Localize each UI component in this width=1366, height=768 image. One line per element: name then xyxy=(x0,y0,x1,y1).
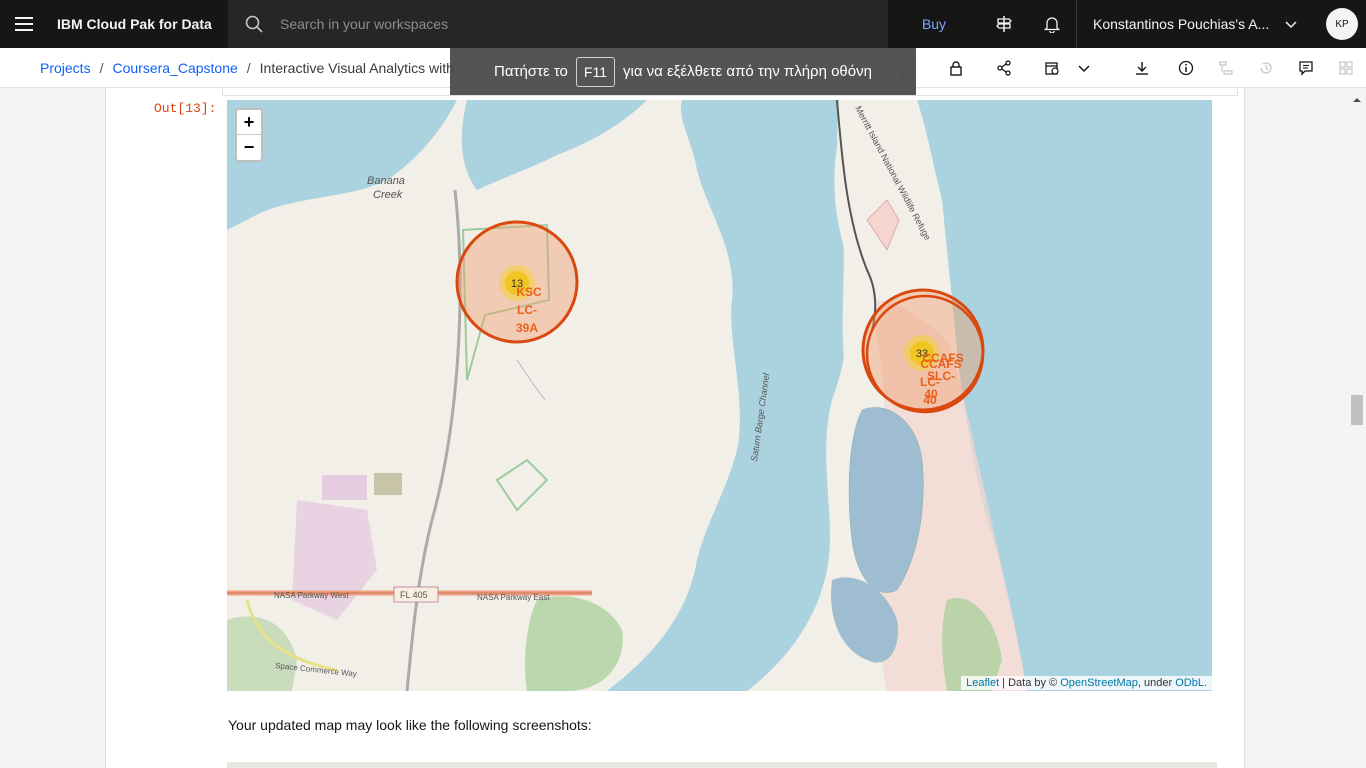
f11-key: F11 xyxy=(575,56,615,87)
attribution-text: | Data by © xyxy=(999,677,1061,689)
site-label: 40 xyxy=(923,393,937,407)
history-icon[interactable] xyxy=(1250,48,1282,88)
info-icon[interactable] xyxy=(1170,48,1202,88)
marker-clusters: 13 KSC LC- 39A 33 CCAFS SLC- 40 CCAFS LC… xyxy=(455,220,985,414)
download-icon[interactable] xyxy=(1126,48,1158,88)
scrollbar-thumb[interactable] xyxy=(1351,395,1363,425)
zoom-control: + − xyxy=(235,108,263,162)
scrollbar[interactable] xyxy=(1348,88,1366,768)
breadcrumb: Projects / Coursera_Capstone / Interacti… xyxy=(40,48,470,88)
share-icon[interactable] xyxy=(988,48,1020,88)
flow-icon[interactable] xyxy=(1210,48,1242,88)
odbl-link[interactable]: ODbL. xyxy=(1175,677,1207,689)
avatar[interactable]: KP xyxy=(1326,8,1358,40)
site-label: LC- xyxy=(920,375,940,389)
grid-icon[interactable] xyxy=(1330,48,1362,88)
output-prompt: Out[13]: xyxy=(154,101,217,116)
breadcrumb-notebook: Interactive Visual Analytics with ... xyxy=(259,60,470,76)
search-input[interactable]: Search in your workspaces xyxy=(280,16,448,32)
zoom-out-button[interactable]: − xyxy=(237,135,261,160)
brand-title[interactable]: IBM Cloud Pak for Data xyxy=(48,16,228,32)
next-image-preview xyxy=(227,762,1217,768)
breadcrumb-separator: / xyxy=(246,60,251,76)
attribution-text: , under xyxy=(1137,677,1176,689)
fullscreen-notice-after: για να εξέλθετε από την πλήρη οθόνη xyxy=(622,63,872,80)
markdown-paragraph: Your updated map may look like the follo… xyxy=(228,717,592,733)
buy-link[interactable]: Buy xyxy=(907,0,961,48)
site-label: 39A xyxy=(516,321,538,335)
account-switcher[interactable]: Konstantinos Pouchias's A... xyxy=(1076,0,1312,48)
leaflet-link[interactable]: Leaflet xyxy=(966,677,999,689)
global-search[interactable]: Search in your workspaces xyxy=(228,0,888,48)
site-label: LC- xyxy=(517,303,537,317)
breadcrumb-separator: / xyxy=(99,60,104,76)
notification-bell-icon[interactable] xyxy=(1028,0,1076,48)
chevron-down-icon[interactable] xyxy=(1068,48,1100,88)
signpost-icon[interactable] xyxy=(980,0,1028,48)
breadcrumb-projects[interactable]: Projects xyxy=(40,60,91,76)
comment-icon[interactable] xyxy=(1290,48,1322,88)
fullscreen-notice-before: Πατήστε το xyxy=(494,63,568,80)
cluster-ksc[interactable]: 13 KSC LC- 39A xyxy=(455,220,579,344)
map-attribution: Leaflet | Data by © OpenStreetMap, under… xyxy=(961,676,1212,690)
site-label: CCAFS xyxy=(920,357,961,371)
schedule-job-icon[interactable] xyxy=(1036,48,1068,88)
zoom-in-button[interactable]: + xyxy=(237,110,261,135)
hamburger-menu-icon[interactable] xyxy=(0,0,48,48)
chevron-down-icon xyxy=(1284,17,1298,34)
lock-icon[interactable] xyxy=(940,48,972,88)
site-label: KSC xyxy=(516,285,542,299)
osm-link[interactable]: OpenStreetMap xyxy=(1060,677,1138,689)
scroll-up-arrow-icon[interactable] xyxy=(1351,92,1363,110)
account-name: Konstantinos Pouchias's A... xyxy=(1093,16,1270,32)
breadcrumb-project[interactable]: Coursera_Capstone xyxy=(112,60,237,76)
search-icon xyxy=(228,15,280,33)
cluster-ccafs[interactable]: 33 CCAFS SLC- 40 CCAFS LC- 40 xyxy=(861,288,985,414)
fullscreen-exit-notice: Πατήστε το F11 για να εξέλθετε από την π… xyxy=(450,48,916,95)
leaflet-map[interactable]: Banana Creek Saturn Barge Channel Merrit… xyxy=(227,100,1212,691)
